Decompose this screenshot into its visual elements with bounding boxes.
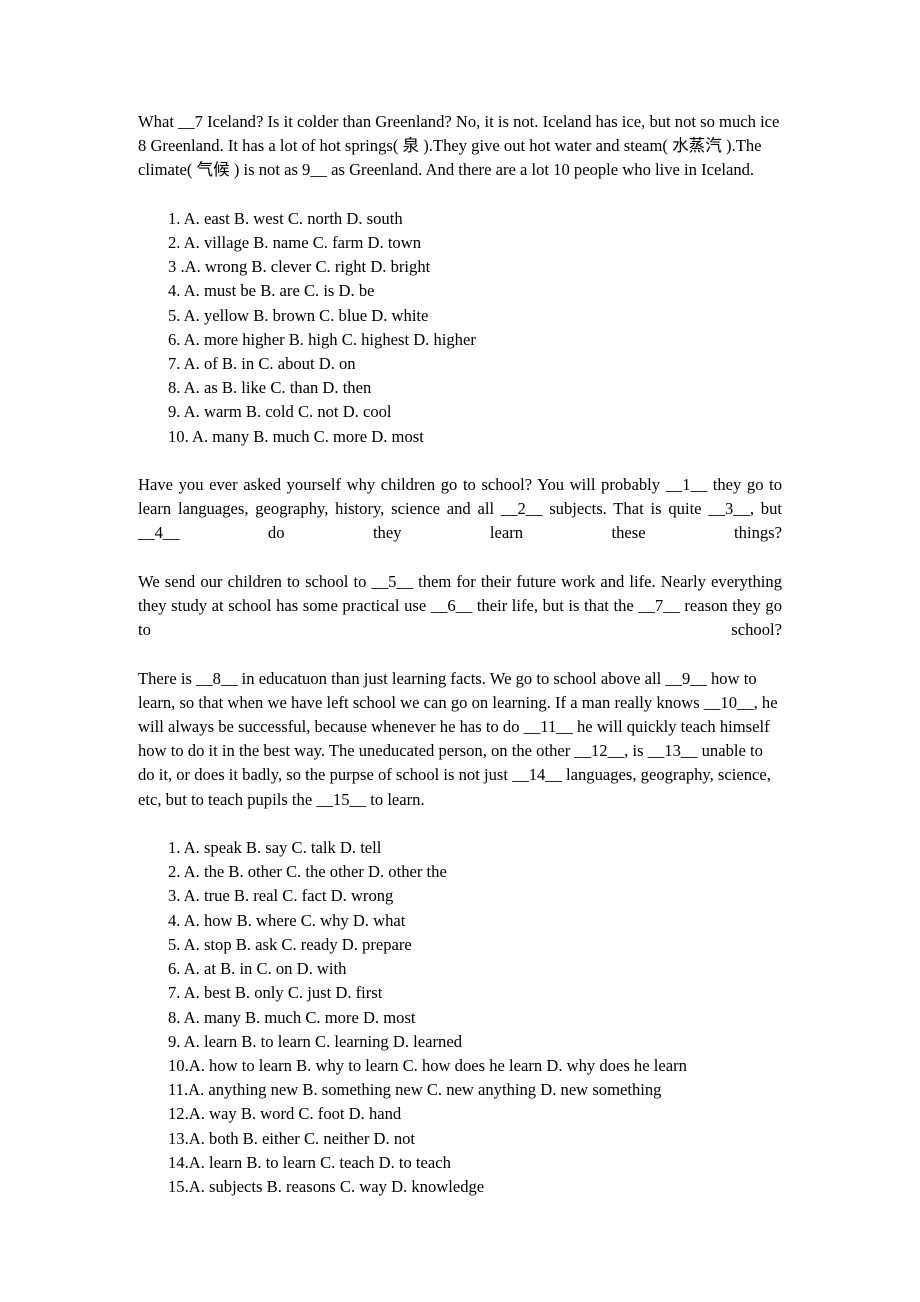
option-item[interactable]: 1. A. east B. west C. north D. south <box>138 207 782 231</box>
passage-one-text: What __7 Iceland? Is it colder than Gree… <box>138 112 780 180</box>
passage-two-paragraph: We send our children to school to __5__ … <box>138 571 782 640</box>
option-item[interactable]: 5. A. stop B. ask C. ready D. prepare <box>138 933 782 957</box>
option-item[interactable]: 2. A. the B. other C. the other D. other… <box>138 860 782 884</box>
passage-two-paragraph: Have you ever asked yourself why childre… <box>138 475 782 543</box>
option-item[interactable]: 14.A. learn B. to learn C. teach D. to t… <box>138 1151 782 1175</box>
option-item[interactable]: 10. A. many B. much C. more D. most <box>138 425 782 449</box>
passage-one-body: What __7 Iceland? Is it colder than Gree… <box>138 110 782 207</box>
option-item[interactable]: 13.A. both B. either C. neither D. not <box>138 1127 782 1151</box>
option-item[interactable]: 9. A. learn B. to learn C. learning D. l… <box>138 1030 782 1054</box>
option-item[interactable]: 12.A. way B. word C. foot D. hand <box>138 1102 782 1126</box>
option-item[interactable]: 4. A. must be B. are C. is D. be <box>138 279 782 303</box>
option-item[interactable]: 11.A. anything new B. something new C. n… <box>138 1078 782 1102</box>
option-item[interactable]: 6. A. at B. in C. on D. with <box>138 957 782 981</box>
option-item[interactable]: 7. A. best B. only C. just D. first <box>138 981 782 1005</box>
option-item[interactable]: 3. A. true B. real C. fact D. wrong <box>138 884 782 908</box>
option-item[interactable]: 8. A. many B. much C. more D. most <box>138 1006 782 1030</box>
option-item[interactable]: 15.A. subjects B. reasons C. way D. know… <box>138 1175 782 1199</box>
passage-one-options-list: 1. A. east B. west C. north D. south 2. … <box>138 207 782 449</box>
option-item[interactable]: 1. A. speak B. say C. talk D. tell <box>138 836 782 860</box>
passage-two-body: Have you ever asked yourself why childre… <box>138 473 782 836</box>
option-item[interactable]: 9. A. warm B. cold C. not D. cool <box>138 400 782 424</box>
passage-two-options-list: 1. A. speak B. say C. talk D. tell 2. A.… <box>138 836 782 1199</box>
option-item[interactable]: 2. A. village B. name C. farm D. town <box>138 231 782 255</box>
passage-two-paragraph: There is __8__ in educatuon than just le… <box>138 668 778 809</box>
document-page: What __7 Iceland? Is it colder than Gree… <box>0 0 920 1302</box>
option-item[interactable]: 10.A. how to learn B. why to learn C. ho… <box>138 1054 782 1078</box>
option-item[interactable]: 6. A. more higher B. high C. highest D. … <box>138 328 782 352</box>
option-item[interactable]: 7. A. of B. in C. about D. on <box>138 352 782 376</box>
option-item[interactable]: 8. A. as B. like C. than D. then <box>138 376 782 400</box>
option-item[interactable]: 5. A. yellow B. brown C. blue D. white <box>138 304 782 328</box>
document-content: What __7 Iceland? Is it colder than Gree… <box>138 110 782 1199</box>
option-item[interactable]: 3 .A. wrong B. clever C. right D. bright <box>138 255 782 279</box>
option-item[interactable]: 4. A. how B. where C. why D. what <box>138 909 782 933</box>
